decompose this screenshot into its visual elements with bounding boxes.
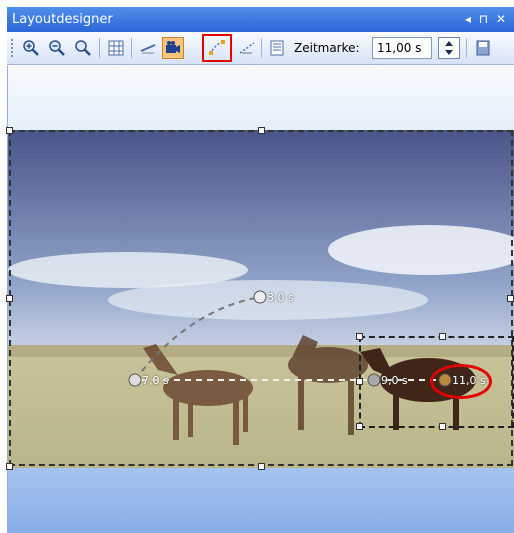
camera-button[interactable] <box>162 37 184 59</box>
camera-icon <box>166 41 180 53</box>
motion-path-button[interactable] <box>137 37 159 59</box>
resize-handle[interactable] <box>507 295 514 302</box>
spinner-icon <box>445 41 453 55</box>
resize-handle[interactable] <box>356 378 363 385</box>
toolbar-separator <box>261 38 262 58</box>
resize-handle[interactable] <box>258 127 265 134</box>
keyframe-path-alt-icon <box>239 42 255 54</box>
resize-handle[interactable] <box>6 127 13 134</box>
resize-handle[interactable] <box>356 423 363 430</box>
grid-icon <box>108 40 124 56</box>
canvas-bottom-area <box>8 468 514 533</box>
keyframe-path-button[interactable] <box>202 34 232 62</box>
zeitmarke-label: Zeitmarke: <box>294 41 360 55</box>
toolbar-grip[interactable] <box>11 39 16 57</box>
toolbar-separator <box>99 38 100 58</box>
time-spinner-button[interactable] <box>438 37 460 59</box>
zoom-out-icon <box>49 40 65 56</box>
zoom-fit-button[interactable] <box>72 37 94 59</box>
title-bar: Layoutdesigner ◂ ⊓ ✕ <box>7 7 514 32</box>
toolbar-separator <box>131 38 132 58</box>
zoom-in-button[interactable] <box>20 37 42 59</box>
save-icon <box>476 40 490 56</box>
window-controls[interactable]: ◂ ⊓ ✕ <box>465 12 508 26</box>
resize-handle[interactable] <box>6 463 13 470</box>
resize-handle[interactable] <box>6 295 13 302</box>
resize-handle[interactable] <box>439 333 446 340</box>
zoom-out-button[interactable] <box>46 37 68 59</box>
properties-icon <box>270 40 284 56</box>
resize-handle[interactable] <box>356 333 363 340</box>
zeitmarke-input[interactable]: 11,00 s <box>372 37 432 59</box>
toolbar-separator <box>466 38 467 58</box>
resize-handle[interactable] <box>439 423 446 430</box>
keyframe-label: 7,0 s <box>142 374 169 387</box>
highlight-ring <box>430 364 492 399</box>
zoom-fit-icon <box>75 40 91 56</box>
keyframe-path-alt-button[interactable] <box>236 37 258 59</box>
keyframe-path-icon <box>209 40 225 55</box>
window-title: Layoutdesigner <box>12 12 113 27</box>
save-button[interactable] <box>472 37 494 59</box>
motion-path-icon <box>140 44 156 54</box>
zoom-in-icon <box>23 40 39 56</box>
grid-button[interactable] <box>105 37 127 59</box>
resize-handle[interactable] <box>258 463 265 470</box>
keyframe-label: 3,0 s <box>267 291 294 304</box>
toolbar: Zeitmarke: 11,00 s <box>7 32 514 65</box>
properties-button[interactable] <box>266 37 288 59</box>
